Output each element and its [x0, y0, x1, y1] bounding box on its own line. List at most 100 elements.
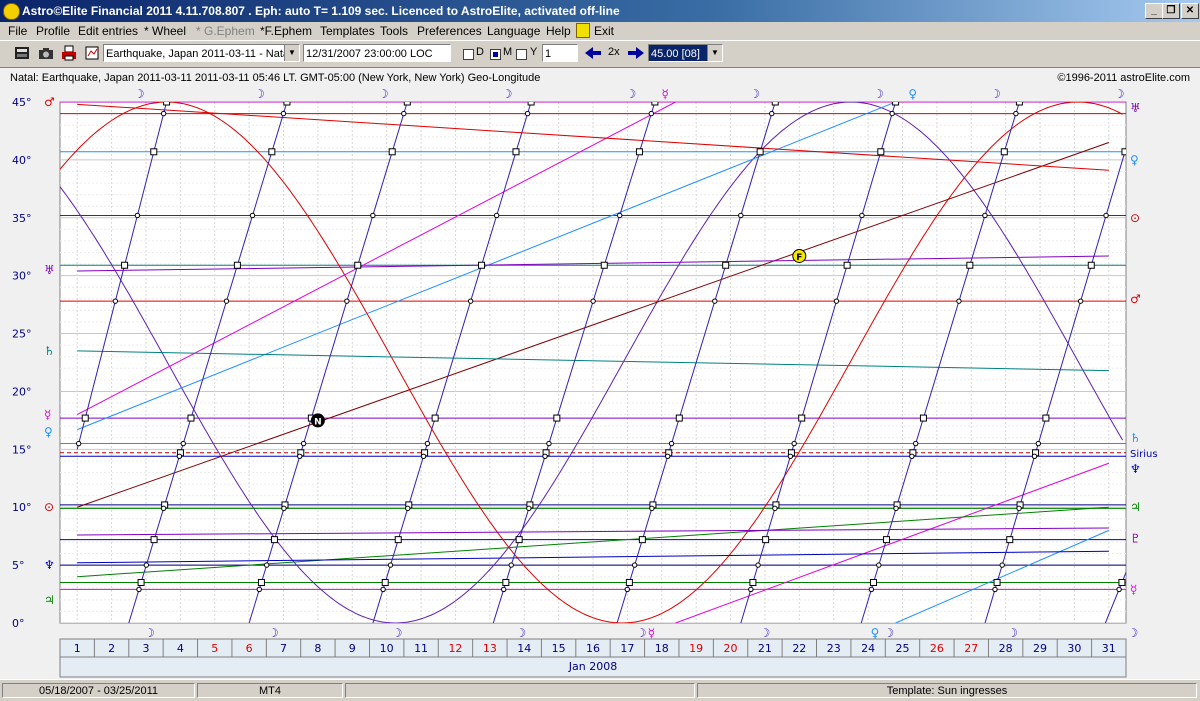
chart-panel: Natal: Earthquake, Japan 2011-03-11 2011… [0, 67, 1200, 679]
mode-y-checkbox[interactable] [516, 49, 527, 60]
day-label: 11 [414, 642, 428, 655]
day-label: 18 [655, 642, 669, 655]
aspect-marker [526, 505, 532, 512]
menu-edit-entries[interactable]: Edit entries [78, 24, 138, 38]
print-icon[interactable] [60, 44, 78, 62]
aspect-marker [524, 110, 531, 117]
top-event-glyph: ☽ [134, 87, 145, 101]
aspect-marker [137, 578, 145, 586]
restore-button[interactable]: ❐ [1162, 3, 1180, 19]
close-button[interactable]: ✕ [1181, 3, 1199, 19]
exit-icon[interactable] [576, 23, 590, 38]
aspect-marker [651, 102, 659, 106]
day-label: 13 [483, 642, 497, 655]
menu-preferences[interactable]: Preferences [417, 24, 482, 38]
chart-profile-icon[interactable] [83, 44, 101, 62]
menu-language[interactable]: Language [487, 24, 540, 38]
aspect-marker [112, 298, 119, 304]
ephemeris-chart[interactable]: N F 0° 5° 10° 15° 20° 25° 30° 35° 40° 45° ♂ ♅ ♄ ☿ ♀ ⊙ ♆ ♃ ♅ ♀… [0, 68, 1200, 679]
menu-help[interactable]: Help [546, 24, 571, 38]
aspect-marker [546, 440, 552, 447]
right-planet-glyph: ♄ [1130, 431, 1141, 445]
left-planet-glyph: ⊙ [44, 500, 54, 514]
aspect-marker [664, 453, 671, 459]
date-time-field[interactable]: 12/31/2007 23:00:00 LOC [303, 44, 451, 62]
menu-f-ephem[interactable]: *F.Ephem [260, 24, 312, 38]
aspect-marker [75, 440, 82, 447]
step-field[interactable]: 1 [542, 44, 578, 62]
aspect-marker [600, 261, 608, 269]
aspect-marker [993, 578, 1001, 586]
calculator-icon[interactable] [13, 44, 31, 62]
camera-icon[interactable] [37, 44, 55, 62]
aspect-marker [1121, 148, 1126, 156]
aspect-marker [999, 562, 1005, 568]
mode-m-checkbox[interactable] [490, 49, 501, 60]
menu-tools[interactable]: Tools [380, 24, 408, 38]
aspect-marker [616, 212, 623, 219]
bottom-event-glyph: ☽ [1127, 626, 1138, 640]
aspect-marker [919, 414, 927, 422]
aspect-marker [467, 298, 474, 304]
aspect-marker [870, 578, 878, 586]
arrow-right-icon[interactable] [627, 46, 645, 63]
day-label: 7 [280, 642, 287, 655]
left-planet-glyph: ♂ [44, 95, 55, 109]
aspect-marker [762, 536, 770, 544]
aspect-marker [982, 212, 988, 219]
app-icon[interactable] [3, 3, 20, 20]
aspect-marker [268, 148, 276, 156]
minimize-button[interactable]: _ [1145, 3, 1163, 19]
day-label: 2 [108, 642, 115, 655]
aspect-marker [791, 440, 797, 447]
aspect-marker [387, 562, 394, 568]
mode-d-label: D [476, 46, 484, 58]
mode-d-checkbox[interactable] [463, 49, 474, 60]
menu-profile[interactable]: Profile [36, 24, 70, 38]
aspect-marker [388, 148, 396, 156]
right-planet-glyph: ♅ [1130, 101, 1141, 115]
right-planet-glyph: ♆ [1130, 462, 1141, 476]
aspect-marker [635, 148, 643, 156]
day-label: 10 [380, 642, 394, 655]
marker-label: N [314, 417, 322, 427]
chevron-down-icon[interactable]: ▼ [284, 45, 299, 61]
aspect-marker [668, 440, 675, 447]
chevron-down-icon[interactable]: ▼ [707, 45, 722, 61]
top-event-glyph: ☽ [990, 87, 1001, 101]
aspect-marker [527, 102, 535, 106]
status-empty [345, 683, 695, 698]
top-event-glyph: ♀ [908, 87, 917, 101]
aspect-marker [180, 440, 186, 447]
aspect-marker [1103, 212, 1109, 219]
menu-g-ephem[interactable]: * G.Ephem [196, 24, 255, 38]
degree-range-select[interactable]: 45.00 [08] ▼ [648, 44, 723, 62]
aspect-marker [150, 148, 158, 156]
aspect-marker [493, 212, 500, 219]
day-label: 14 [517, 642, 531, 655]
menu-exit[interactable]: Exit [594, 24, 614, 38]
right-planet-glyph: ☿ [1130, 582, 1137, 596]
menu-templates[interactable]: Templates [320, 24, 375, 38]
day-label: 29 [1033, 642, 1047, 655]
menu-wheel[interactable]: * Wheel [144, 24, 186, 38]
day-label: 25 [895, 642, 909, 655]
aspect-marker [966, 261, 974, 269]
marker-label: F [796, 253, 802, 263]
bottom-event-glyph: ☽ [392, 626, 403, 640]
aspect-marker [992, 586, 998, 593]
menu-file[interactable]: File [8, 24, 27, 38]
aspect-marker [508, 562, 514, 568]
aspect-marker [160, 110, 167, 117]
bottom-event-glyph: ☽ [268, 626, 279, 640]
day-label: 26 [930, 642, 944, 655]
chart-name-select[interactable]: Earthquake, Japan 2011-03-11 - Nata ▼ [103, 44, 300, 62]
arrow-left-icon[interactable] [584, 46, 602, 63]
aspect-marker [624, 586, 630, 593]
day-label: 4 [177, 642, 184, 655]
aspect-marker [876, 562, 882, 568]
aspect-marker [176, 453, 183, 459]
bottom-event-glyph: ☽ [144, 626, 155, 640]
aspect-marker [893, 505, 899, 512]
bottom-event-glyph: ☽ [636, 626, 647, 640]
